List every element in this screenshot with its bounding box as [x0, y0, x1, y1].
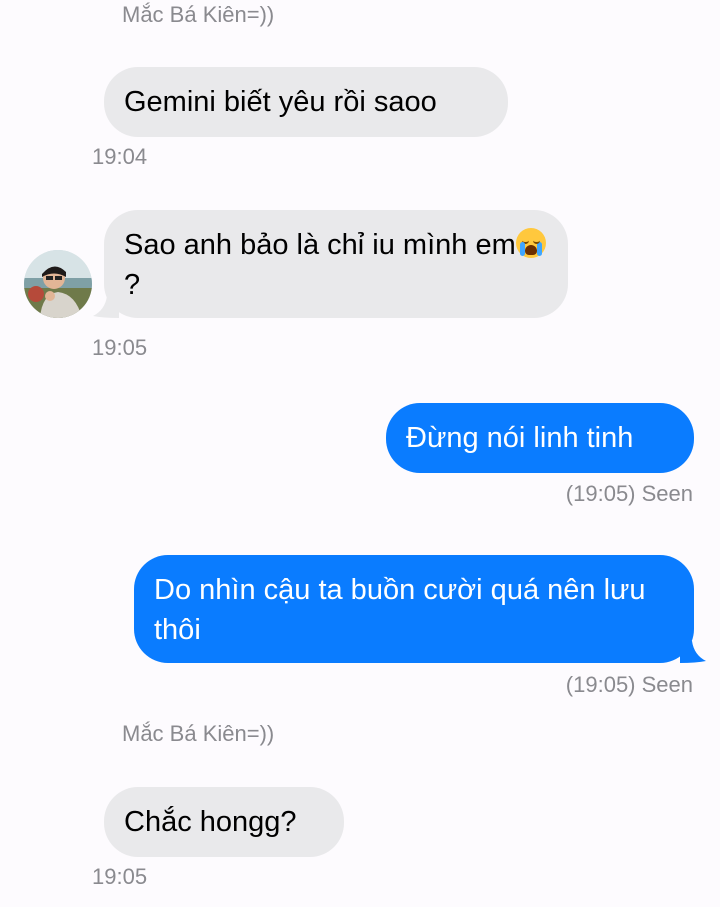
message-status: (19:05) Seen	[565, 672, 693, 697]
message-text: Gemini biết yêu rồi saoo	[124, 86, 437, 118]
message-bubble-incoming[interactable]: Chắc hongg?	[104, 787, 344, 857]
bubble-tail	[680, 641, 706, 663]
message-bubble-outgoing[interactable]: Do nhìn cậu ta buồn cười quá nên lưu thô…	[134, 555, 694, 663]
sender-name: Mắc Bá Kiên=))	[122, 2, 275, 27]
avatar-photo	[24, 250, 92, 318]
message-timestamp: 19:05	[92, 864, 148, 889]
sender-name: Mắc Bá Kiên=))	[122, 721, 275, 746]
message-text: Chắc hongg?	[124, 806, 297, 838]
message-bubble-outgoing[interactable]: Đừng nói linh tinh	[386, 403, 694, 473]
message-bubble-incoming[interactable]: Sao anh bảo là chỉ iu mình em?	[104, 210, 568, 318]
message-bubble-incoming[interactable]: Gemini biết yêu rồi saoo	[104, 67, 508, 137]
crying-face-icon	[515, 228, 546, 258]
contact-avatar[interactable]	[24, 250, 92, 318]
message-timestamp: 19:05	[92, 335, 148, 360]
message-text: Đừng nói linh tinh	[406, 422, 634, 454]
bubble-tail	[93, 296, 119, 318]
message-status: (19:05) Seen	[565, 481, 693, 506]
message-timestamp: 19:04	[92, 144, 148, 169]
message-text: Do nhìn cậu ta buồn cười quá nên lưu thô…	[154, 574, 646, 646]
message-text: Sao anh bảo là chỉ iu mình em?	[124, 225, 548, 305]
